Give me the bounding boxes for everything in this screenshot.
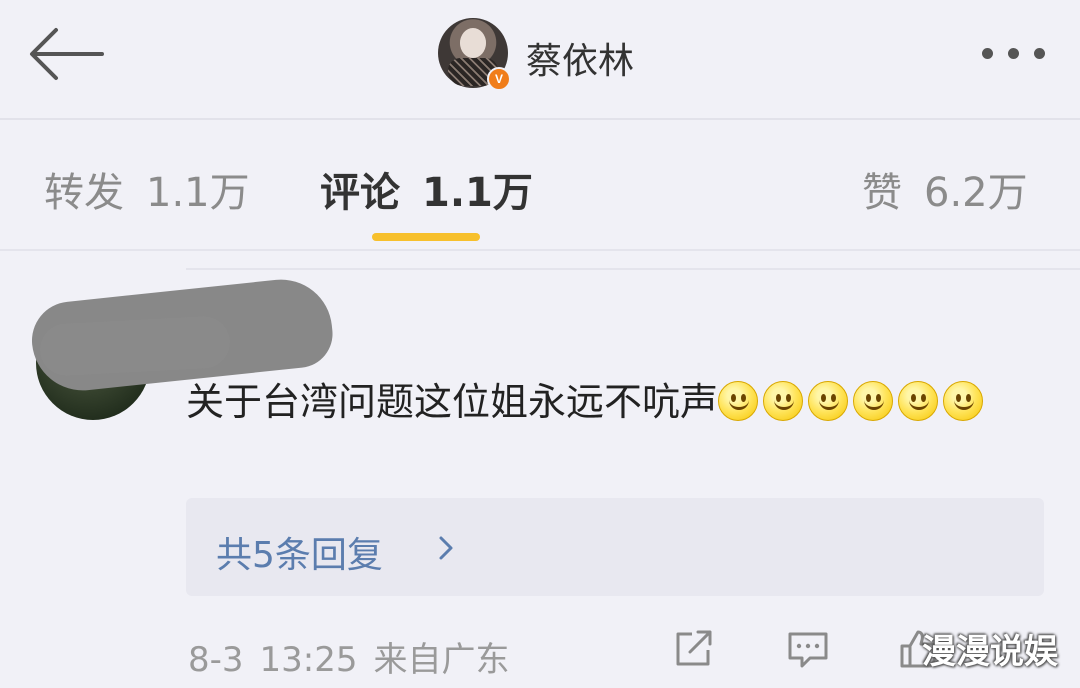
smile-emoji-icon xyxy=(763,381,804,421)
top-bar: V 蔡依林 xyxy=(0,0,1080,118)
comment-icon[interactable] xyxy=(786,628,830,670)
smile-emoji-icon xyxy=(808,381,849,421)
account-avatar[interactable]: V xyxy=(438,18,511,91)
more-button[interactable] xyxy=(978,44,1050,64)
comment-body: 关于台湾问题这位姐永远不吭声 xyxy=(186,380,719,424)
verified-badge: V xyxy=(487,67,511,91)
back-button[interactable] xyxy=(24,22,108,86)
more-dot xyxy=(1034,48,1045,59)
tab-comment-label: 评论 xyxy=(320,170,400,216)
view-replies-button[interactable]: 共5条回复 xyxy=(186,498,1044,596)
header-divider xyxy=(0,118,1080,120)
more-dot xyxy=(1008,48,1019,59)
tab-like-label: 赞 xyxy=(862,170,902,216)
tab-repost-count: 1.1万 xyxy=(146,170,250,216)
watermark-text: 漫漫说娱 xyxy=(922,632,1058,672)
replies-count-label: 共5条回复 xyxy=(216,535,383,576)
smile-emoji-icon xyxy=(718,381,759,421)
active-tab-indicator xyxy=(372,233,480,241)
account-name[interactable]: 蔡依林 xyxy=(526,32,634,84)
redaction-scribble xyxy=(38,315,232,377)
comment-meta: 8-3 13:25 来自广东 xyxy=(188,632,526,681)
comment-date: 8-3 xyxy=(188,640,244,680)
tab-comment[interactable]: 评论 1.1万 xyxy=(320,160,533,218)
comment-page: V 蔡依林 转发1.1万 评论1.1万 赞6.2万 el 关于台湾问题这位姐永远… xyxy=(0,0,1080,688)
tab-comment-count: 1.1万 xyxy=(422,170,533,216)
comment-location: 来自广东 xyxy=(373,640,510,680)
tab-repost[interactable]: 转发 1.1万 xyxy=(44,160,250,218)
tabs-divider xyxy=(0,249,1080,251)
tab-like-count: 6.2万 xyxy=(924,170,1028,216)
emoji-row xyxy=(718,380,988,424)
chevron-right-icon xyxy=(439,536,453,560)
tab-repost-label: 转发 xyxy=(44,170,124,216)
arrow-left-icon xyxy=(30,28,104,80)
smile-emoji-icon xyxy=(943,381,984,421)
smile-emoji-icon xyxy=(898,381,939,421)
comment-text: 关于台湾问题这位姐永远不吭声 xyxy=(186,376,1056,428)
comment-divider xyxy=(186,268,1080,270)
share-icon[interactable] xyxy=(672,628,716,670)
tab-like[interactable]: 赞 6.2万 xyxy=(862,160,1028,218)
comment-time: 13:25 xyxy=(259,640,358,680)
more-dot xyxy=(982,48,993,59)
avatar-face xyxy=(460,28,486,58)
smile-emoji-icon xyxy=(853,381,894,421)
